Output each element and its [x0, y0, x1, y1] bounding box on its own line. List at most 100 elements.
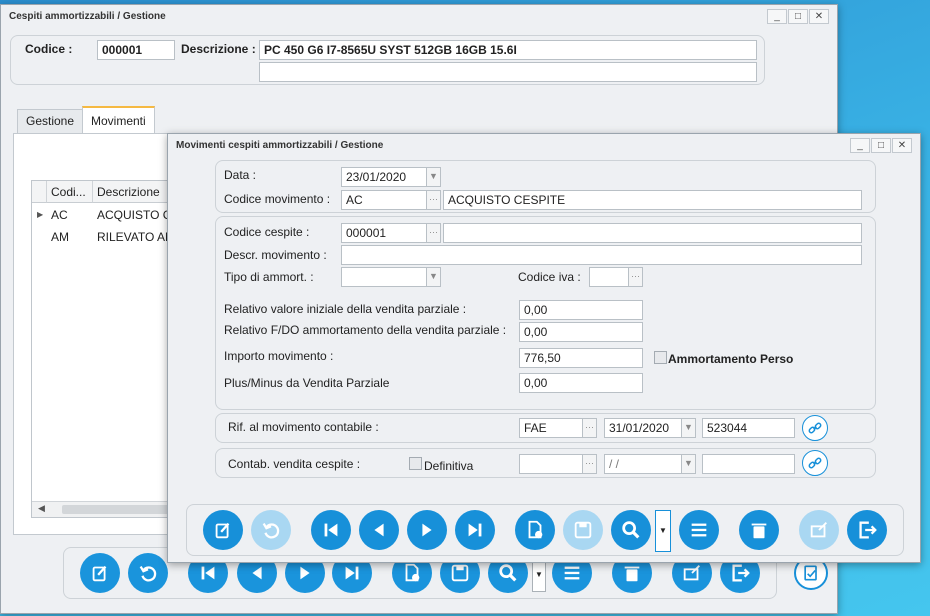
- grid-cell-code: AM: [51, 230, 69, 244]
- search-dropdown-button[interactable]: ▼: [655, 510, 671, 552]
- undo-button[interactable]: [128, 553, 168, 593]
- tipo-ammort-field[interactable]: [341, 267, 427, 287]
- first-record-button[interactable]: [311, 510, 351, 550]
- data-dropdown-button[interactable]: ▼: [427, 167, 441, 187]
- next-record-button[interactable]: [407, 510, 447, 550]
- contab-tipo-lookup-button[interactable]: ···: [583, 454, 597, 474]
- codice-cespite-field[interactable]: 000001: [341, 223, 427, 243]
- rel-fdo-field[interactable]: 0,00: [519, 322, 643, 342]
- grid-cell-code: AC: [51, 208, 68, 222]
- minimize-button[interactable]: _: [850, 138, 870, 153]
- rif-movimento-panel: Rif. al movimento contabile : FAE ··· 31…: [215, 413, 876, 443]
- maximize-button[interactable]: □: [788, 9, 808, 24]
- exit-button[interactable]: [847, 510, 887, 550]
- rif-label: Rif. al movimento contabile :: [228, 420, 379, 434]
- maximize-button[interactable]: □: [871, 138, 891, 153]
- rif-data-dropdown-button[interactable]: ▼: [682, 418, 696, 438]
- tipo-ammort-dropdown-button[interactable]: ▼: [427, 267, 441, 287]
- scrollbar-thumb[interactable]: [62, 505, 177, 514]
- descrizione-field-2[interactable]: [259, 62, 757, 82]
- save-button[interactable]: [563, 510, 603, 550]
- export-button[interactable]: [799, 510, 839, 550]
- rif-link-button[interactable]: [802, 415, 828, 441]
- grid-horizontal-scrollbar[interactable]: ◀: [32, 501, 182, 517]
- last-icon: [345, 566, 359, 580]
- contab-data-field[interactable]: / /: [604, 454, 682, 474]
- list-button[interactable]: [679, 510, 719, 550]
- undo-button[interactable]: [251, 510, 291, 550]
- movimenti-grid: Codi... Descrizione ▶ AC ACQUISTO CE AM …: [31, 180, 193, 518]
- definitiva-label: Definitiva: [424, 459, 474, 473]
- row-selected-indicator-icon: ▶: [37, 210, 44, 219]
- codice-cespite-lookup-button[interactable]: ···: [427, 223, 441, 243]
- delete-button[interactable]: [739, 510, 779, 550]
- exit-icon: [732, 564, 750, 582]
- edit-button[interactable]: [203, 510, 243, 550]
- data-field[interactable]: 23/01/2020: [341, 167, 427, 187]
- search-button[interactable]: [611, 510, 651, 550]
- ellipsis-icon: ···: [429, 194, 438, 204]
- search-dropdown-button[interactable]: ▼: [532, 558, 546, 592]
- descrizione-field[interactable]: PC 450 G6 I7-8565U SYST 512GB 16GB 15.6I: [259, 40, 757, 60]
- codice-movimento-lookup-button[interactable]: ···: [427, 190, 441, 210]
- rif-tipo-field[interactable]: FAE: [519, 418, 583, 438]
- first-icon: [201, 566, 215, 580]
- new-doc-icon: [528, 520, 543, 539]
- rel-valore-field[interactable]: 0,00: [519, 300, 643, 320]
- trash-icon: [751, 523, 767, 539]
- descr-movimento-label: Descr. movimento :: [224, 248, 327, 262]
- descrizione-label: Descrizione :: [181, 42, 256, 56]
- last-record-button[interactable]: [455, 510, 495, 550]
- codice-field[interactable]: 000001: [97, 40, 175, 60]
- grid-header-codice[interactable]: Codi...: [47, 181, 93, 203]
- edit-button[interactable]: [80, 553, 120, 593]
- edit-icon: [215, 522, 230, 539]
- tipo-ammort-label: Tipo di ammort. :: [224, 270, 314, 284]
- codice-iva-lookup-button[interactable]: ···: [629, 267, 643, 287]
- contab-tipo-field[interactable]: [519, 454, 583, 474]
- link-icon: [808, 422, 822, 434]
- new-record-button[interactable]: [515, 510, 555, 550]
- rif-numero-field[interactable]: 523044: [702, 418, 795, 438]
- last-icon: [468, 523, 482, 537]
- ellipsis-icon: ···: [631, 271, 640, 281]
- scroll-left-icon[interactable]: ◀: [38, 503, 45, 514]
- cespite-header-panel: Codice : 000001 Descrizione : PC 450 G6 …: [10, 35, 765, 85]
- tab-gestione-label: Gestione: [26, 114, 75, 128]
- next-icon: [300, 566, 310, 580]
- prev-icon: [374, 523, 384, 537]
- contab-numero-field[interactable]: [702, 454, 795, 474]
- codice-movimento-label: Codice movimento :: [224, 192, 331, 206]
- codice-movimento-desc-field: ACQUISTO CESPITE: [443, 190, 862, 210]
- ammortamento-perso-checkbox[interactable]: [654, 351, 667, 364]
- rif-data-field[interactable]: 31/01/2020: [604, 418, 682, 438]
- exit-icon: [859, 521, 877, 539]
- next-icon: [422, 523, 432, 537]
- contab-data-dropdown-button[interactable]: ▼: [682, 454, 696, 474]
- codice-iva-field[interactable]: [589, 267, 629, 287]
- minimize-button[interactable]: _: [767, 9, 787, 24]
- close-button[interactable]: ✕: [809, 9, 829, 24]
- codice-movimento-field[interactable]: AC: [341, 190, 427, 210]
- save-icon: [451, 564, 469, 582]
- descr-movimento-field[interactable]: [341, 245, 862, 265]
- definitiva-checkbox[interactable]: [409, 457, 422, 470]
- importo-field[interactable]: 776,50: [519, 348, 643, 368]
- new-doc-icon: [405, 563, 420, 582]
- tab-gestione[interactable]: Gestione: [17, 109, 84, 133]
- close-button[interactable]: ✕: [892, 138, 912, 153]
- rif-tipo-lookup-button[interactable]: ···: [583, 418, 597, 438]
- contab-vendita-panel: Contab. vendita cespite : Definitiva ···…: [215, 448, 876, 478]
- prev-icon: [252, 566, 262, 580]
- prev-record-button[interactable]: [359, 510, 399, 550]
- checklist-icon: [804, 565, 817, 581]
- plus-minus-field[interactable]: 0,00: [519, 373, 643, 393]
- front-toolbar: ▼: [186, 504, 904, 556]
- rel-fdo-label: Relativo F/DO ammortamento della vendita…: [224, 323, 507, 337]
- cespiti-window-title: Cespiti ammortizzabili / Gestione: [9, 11, 166, 22]
- chevron-down-icon: ▼: [684, 458, 693, 468]
- codice-cespite-label: Codice cespite :: [224, 225, 310, 239]
- contab-link-button[interactable]: [802, 450, 828, 476]
- trash-icon: [624, 566, 640, 582]
- tab-movimenti[interactable]: Movimenti: [82, 106, 155, 134]
